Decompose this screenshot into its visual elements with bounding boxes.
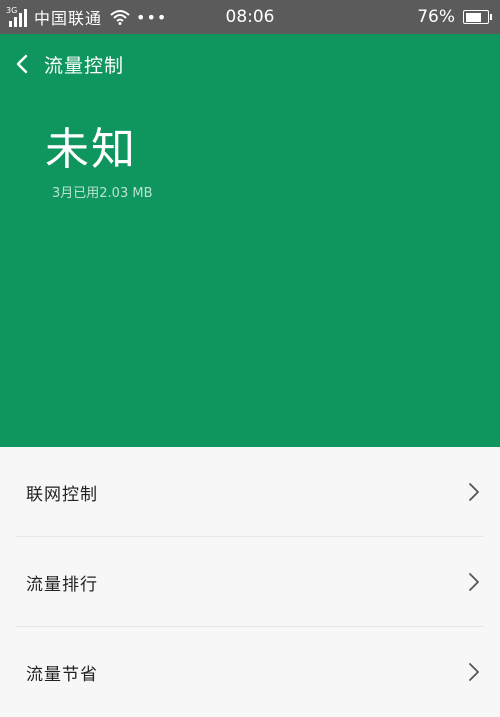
chevron-right-icon bbox=[469, 573, 479, 591]
back-chevron-icon bbox=[16, 54, 28, 74]
menu-item-label: 流量排行 bbox=[26, 574, 98, 595]
status-right: 76% bbox=[417, 0, 492, 34]
battery-cap bbox=[490, 14, 492, 20]
data-status-value: 未知 bbox=[45, 124, 137, 175]
menu-item-label: 联网控制 bbox=[26, 484, 98, 505]
battery-level-fill bbox=[465, 12, 481, 22]
nav-bar: 流量控制 bbox=[0, 34, 500, 94]
chevron-right-icon bbox=[469, 483, 479, 501]
menu-item-network-control[interactable]: 联网控制 bbox=[0, 447, 500, 537]
battery-icon bbox=[463, 10, 489, 24]
settings-list: 联网控制 流量排行 流量节省 bbox=[0, 447, 500, 717]
chevron-right-icon bbox=[469, 663, 479, 681]
page-title: 流量控制 bbox=[44, 54, 125, 77]
back-button[interactable] bbox=[0, 34, 44, 94]
battery-percent: 76% bbox=[417, 7, 455, 27]
status-bar: 3G 中国联通 ••• 08:06 76% bbox=[0, 0, 500, 34]
menu-item-data-saver[interactable]: 流量节省 bbox=[0, 627, 500, 717]
menu-item-label: 流量节省 bbox=[26, 664, 98, 685]
menu-item-traffic-ranking[interactable]: 流量排行 bbox=[0, 537, 500, 627]
usage-summary: 3月已用2.03 MB bbox=[52, 186, 153, 201]
header-panel: 流量控制 未知 3月已用2.03 MB bbox=[0, 34, 500, 447]
